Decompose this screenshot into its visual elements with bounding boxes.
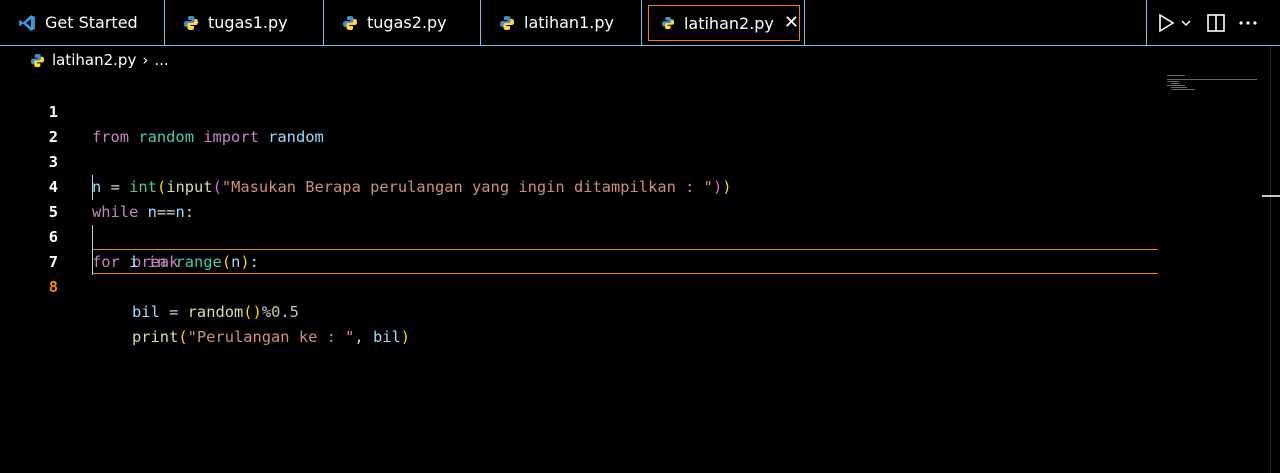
- breadcrumb-symbols[interactable]: ...: [154, 51, 168, 69]
- tab-tugas2[interactable]: tugas2.py: [324, 0, 481, 45]
- python-icon: [500, 15, 514, 30]
- tab-label: tugas1.py: [208, 13, 288, 32]
- code-editor[interactable]: 1 from random import random 2 3 n = int(…: [0, 74, 1160, 473]
- close-tab-icon[interactable]: ✕: [784, 14, 799, 32]
- token: random: [187, 303, 244, 321]
- code-line[interactable]: 4 while n==n:: [0, 150, 1160, 221]
- python-icon: [30, 53, 45, 67]
- more-icon[interactable]: [1234, 9, 1262, 37]
- line-number: 8: [48, 278, 58, 296]
- code-line[interactable]: 1 from random import random: [0, 75, 1160, 146]
- breadcrumb-file[interactable]: latihan2.py: [52, 51, 136, 69]
- code-line[interactable]: 8 print("Perulangan ke : ", bil): [0, 250, 1160, 346]
- token: (): [243, 303, 262, 321]
- split-editor-icon[interactable]: [1202, 9, 1230, 37]
- token: ,: [354, 328, 364, 346]
- python-icon: [184, 15, 198, 30]
- python-icon: [661, 16, 675, 30]
- tab-divider: [804, 0, 805, 45]
- tab-label: latihan1.py: [524, 13, 614, 32]
- code-line[interactable]: 2: [0, 100, 1160, 146]
- vscode-logo-icon: [19, 14, 35, 31]
- tab-get-started[interactable]: Get Started: [0, 0, 165, 45]
- tab-latihan2[interactable]: latihan2.py ✕: [648, 5, 800, 41]
- code-line[interactable]: 3 n = int(input("Masukan Berapa perulang…: [0, 125, 1160, 196]
- tab-latihan1[interactable]: latihan1.py: [481, 0, 642, 45]
- tab-bar: Get Started tugas1.py tugas2.py latihan1…: [0, 0, 1280, 46]
- token: (: [178, 328, 188, 346]
- code-line[interactable]: 7 bil = random()%0.5: [0, 225, 1160, 321]
- tab-tugas1[interactable]: tugas1.py: [165, 0, 324, 45]
- minimap[interactable]: [1165, 74, 1265, 94]
- chevron-down-icon[interactable]: [1180, 17, 1192, 29]
- token: %: [261, 303, 272, 321]
- token: =: [169, 303, 179, 321]
- tab-label: latihan2.py: [683, 13, 774, 33]
- tab-label: Get Started: [45, 13, 138, 32]
- token: bil: [372, 328, 401, 346]
- token: bil: [132, 303, 160, 321]
- code-line[interactable]: 6 for i in range(n):: [0, 200, 1160, 271]
- code-line[interactable]: 5 break: [0, 175, 1160, 271]
- token: print: [132, 328, 179, 346]
- breadcrumb-separator: ›: [142, 51, 149, 69]
- indent-guide: [92, 225, 93, 250]
- scrollbar-track[interactable]: [1270, 46, 1271, 473]
- breadcrumb: latihan2.py › ...: [0, 46, 1280, 74]
- token: 0.5: [271, 303, 299, 321]
- indent-guide: [92, 250, 93, 275]
- token: "Perulangan ke : ": [187, 328, 355, 346]
- indent-guide: [92, 175, 93, 200]
- python-icon: [343, 15, 357, 30]
- token: ): [400, 328, 411, 346]
- run-icon[interactable]: [1152, 9, 1180, 37]
- tab-label: tugas2.py: [367, 13, 447, 32]
- scrollbar-cursor-marker: [1262, 195, 1280, 197]
